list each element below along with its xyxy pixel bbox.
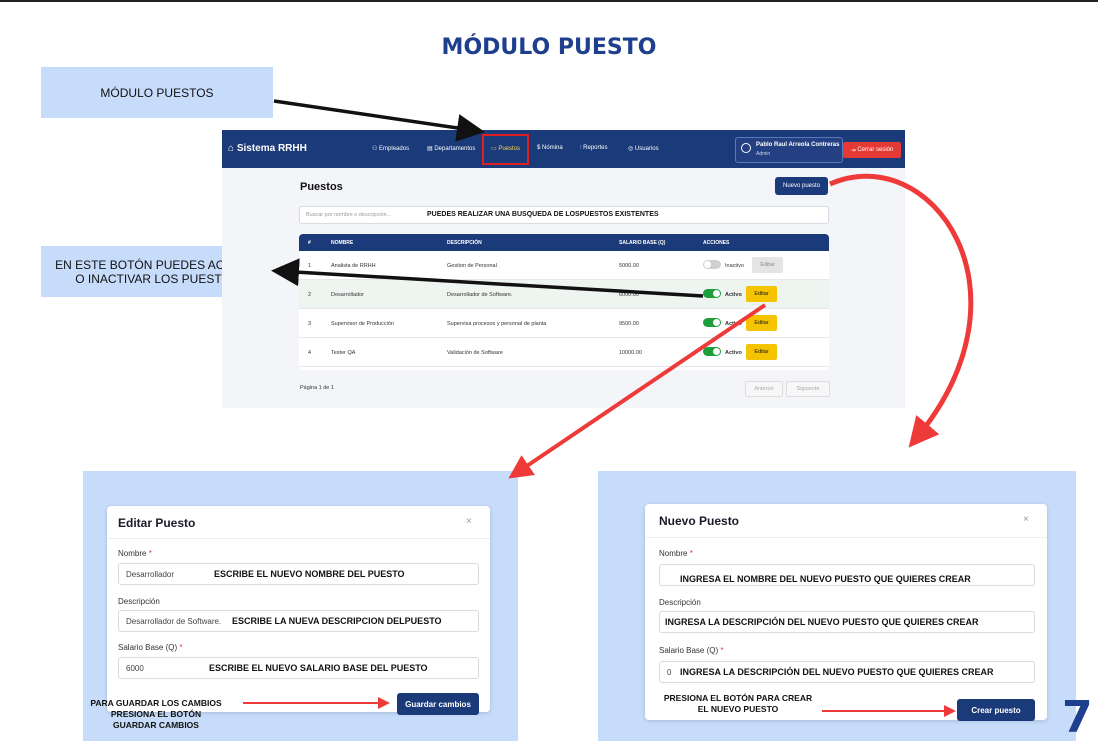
arrow-new-to-modal — [828, 173, 974, 448]
arrow-toggle-callout — [271, 258, 704, 298]
annotation-arrows — [243, 99, 974, 717]
arrow-module-to-tab — [273, 99, 485, 142]
arrow-edit-to-modal — [508, 303, 767, 479]
